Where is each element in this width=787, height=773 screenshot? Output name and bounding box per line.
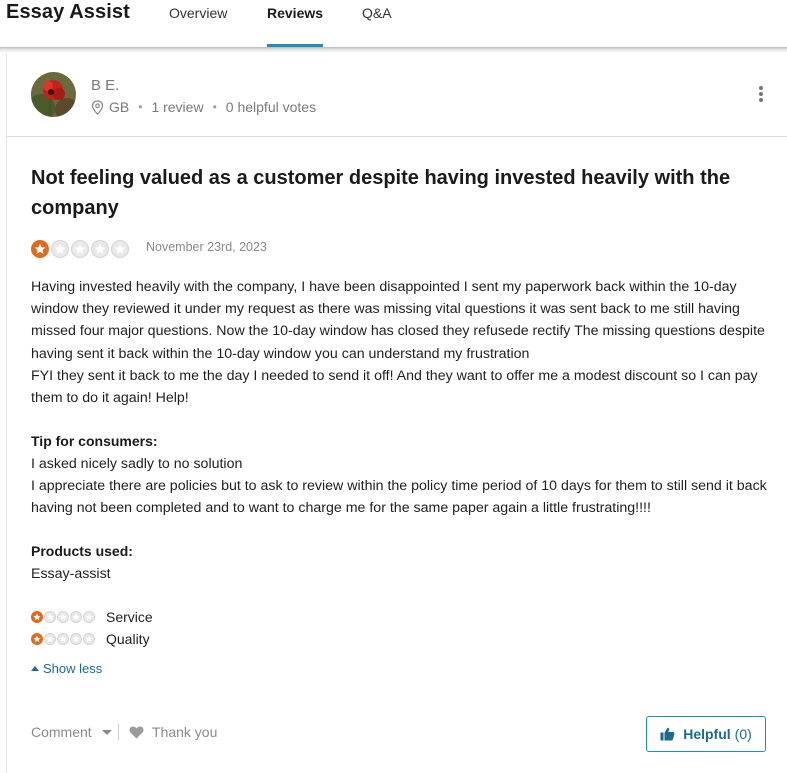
heart-icon xyxy=(129,725,144,738)
tip-label: Tip for consumers: xyxy=(31,433,158,449)
thank-you-button[interactable]: Thank you xyxy=(129,724,217,740)
brand-name[interactable]: Essay Assist xyxy=(6,1,130,24)
review-body-paragraph: FYI they sent it back to me the day I ne… xyxy=(31,367,758,407)
star-empty-icon xyxy=(111,240,129,258)
avatar[interactable] xyxy=(31,72,76,117)
star-empty-icon xyxy=(57,611,69,623)
products-value: Essay-assist xyxy=(31,566,111,582)
star-filled-icon xyxy=(31,633,43,645)
thumbs-up-icon xyxy=(660,727,675,741)
star-empty-icon xyxy=(71,240,89,258)
map-pin-icon xyxy=(91,99,104,115)
avatar-image xyxy=(31,72,76,117)
review-body-paragraph: Having invested heavily with the company… xyxy=(31,279,765,362)
helpful-label: Helpful xyxy=(683,726,731,742)
show-less-label: Show less xyxy=(43,661,103,676)
chevron-down-icon xyxy=(101,729,112,735)
kebab-menu-icon[interactable] xyxy=(755,86,767,104)
meta-separator: • xyxy=(212,100,217,114)
star-filled-icon xyxy=(31,611,43,623)
star-empty-icon xyxy=(91,240,109,258)
star-empty-icon xyxy=(83,633,95,645)
star-empty-icon xyxy=(44,633,56,645)
reviewer-name[interactable]: B E. xyxy=(91,77,119,94)
sub-rating-label: Service xyxy=(106,609,153,625)
tab-qa[interactable]: Q&A xyxy=(362,5,392,21)
meta-separator: • xyxy=(138,100,143,114)
footer-separator xyxy=(118,724,119,740)
sub-rating-label: Quality xyxy=(106,631,150,647)
reviewer-location: GB xyxy=(109,99,130,115)
tip-line: I asked nicely sadly to no solution xyxy=(31,456,243,472)
top-navigation: Essay Assist Overview Reviews Q&A xyxy=(0,0,787,47)
sub-rating-service: Service xyxy=(31,609,153,625)
tab-overview[interactable]: Overview xyxy=(169,5,227,21)
comment-button[interactable]: Comment xyxy=(31,724,112,740)
tip-text: I asked nicely sadly to no solution I ap… xyxy=(31,453,771,520)
service-star-rating xyxy=(31,611,96,623)
show-less-link[interactable]: Show less xyxy=(31,661,102,676)
tab-reviews[interactable]: Reviews xyxy=(267,5,323,21)
sub-rating-quality: Quality xyxy=(31,631,150,647)
star-filled-icon xyxy=(31,240,49,258)
review-title: Not feeling valued as a customer despite… xyxy=(31,167,731,219)
reviewer-helpful-votes: 0 helpful votes xyxy=(225,99,317,115)
star-empty-icon xyxy=(70,633,82,645)
products-label: Products used: xyxy=(31,543,133,559)
quality-star-rating xyxy=(31,633,96,645)
star-empty-icon xyxy=(44,611,56,623)
star-empty-icon xyxy=(57,633,69,645)
review-card xyxy=(6,53,787,773)
helpful-count: (0) xyxy=(734,726,752,742)
reviewer-review-count: 1 review xyxy=(151,99,204,115)
star-empty-icon xyxy=(51,240,69,258)
caret-up-icon xyxy=(31,666,39,671)
star-empty-icon xyxy=(70,611,82,623)
helpful-button[interactable]: Helpful (0) xyxy=(646,716,766,752)
review-date: November 23rd, 2023 xyxy=(146,240,267,254)
review-body: Having invested heavily with the company… xyxy=(31,276,771,409)
review-star-rating xyxy=(31,240,131,258)
star-empty-icon xyxy=(83,611,95,623)
tip-line: I appreciate there are policies but to a… xyxy=(31,478,767,517)
comment-label: Comment xyxy=(31,724,92,740)
thank-you-label: Thank you xyxy=(152,724,218,740)
reviewer-meta: GB • 1 review • 0 helpful votes xyxy=(91,99,316,115)
divider xyxy=(7,136,787,137)
